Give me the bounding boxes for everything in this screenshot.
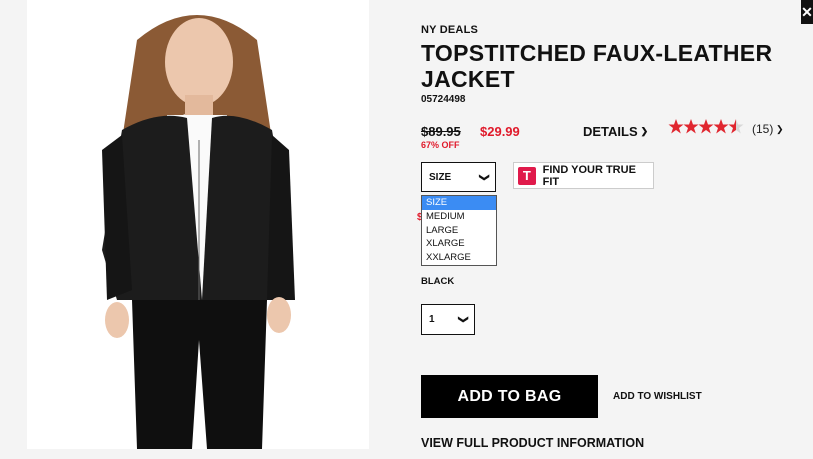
rating-stars[interactable] [668,118,748,136]
size-option[interactable]: XXLARGE [422,251,496,265]
color-label: BLACK [421,276,455,287]
details-label: DETAILS [583,124,638,139]
chevron-down-icon[interactable]: ❯ [776,124,784,135]
quantity-select[interactable]: 1 ❯ [421,304,475,335]
review-count[interactable]: (15) [752,122,773,136]
product-title: TOPSTITCHED FAUX-LEATHER JACKET [421,40,773,92]
size-option[interactable]: SIZE [422,196,496,210]
size-select-value: SIZE [429,171,452,183]
product-sku: 05724498 [421,94,466,105]
true-fit-label: FIND YOUR TRUE FIT [542,163,636,188]
quantity-value: 1 [429,314,435,325]
original-price: $89.95 [421,124,461,139]
chevron-down-icon: ❯ [640,126,649,136]
discount-label: 67% OFF [421,140,460,150]
close-icon[interactable]: ✕ [801,0,813,24]
sale-price: $29.99 [480,124,520,139]
brand-label: NY DEALS [421,24,479,36]
size-option[interactable]: LARGE [422,224,496,238]
add-to-bag-button[interactable]: ADD TO BAG [421,375,598,418]
size-option[interactable]: MEDIUM [422,210,496,224]
view-full-product-link[interactable]: VIEW FULL PRODUCT INFORMATION [421,436,644,450]
true-fit-button[interactable]: T FIND YOUR TRUE FIT [513,162,654,189]
add-to-wishlist-link[interactable]: ADD TO WISHLIST [613,391,702,402]
size-select[interactable]: SIZE ❯ [421,162,496,192]
star-rating-icon [668,119,744,134]
size-option[interactable]: XLARGE [422,237,496,251]
chevron-down-icon: ❯ [457,315,469,324]
chevron-down-icon: ❯ [478,172,490,182]
size-dropdown[interactable]: SIZE MEDIUM LARGE XLARGE XXLARGE [421,195,497,266]
details-toggle[interactable]: DETAILS ❯ [583,124,648,139]
product-image [27,0,369,449]
truefit-logo-icon: T [518,166,536,185]
